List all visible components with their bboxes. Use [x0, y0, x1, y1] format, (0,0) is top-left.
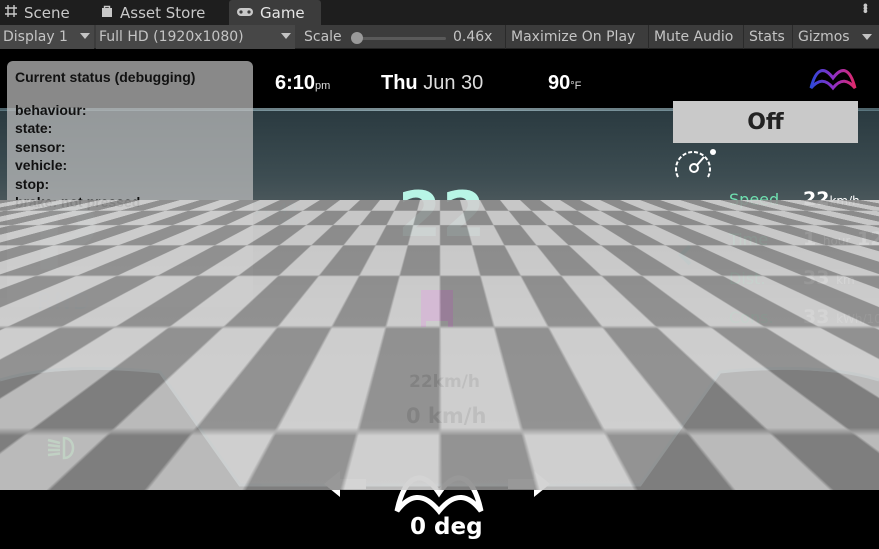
game-viewport[interactable]: 6:10pm Thu Jun 30 90°F Off Speed 22km/h …	[0, 50, 879, 549]
grid-icon	[4, 4, 18, 22]
brand-logo-icon	[809, 69, 857, 91]
display-dropdown[interactable]: Display 1	[0, 25, 94, 49]
scale-slider-track[interactable]	[354, 37, 446, 40]
speed-limit-value: 49	[278, 200, 298, 218]
tab-scene-label: Scene	[24, 3, 70, 22]
mute-audio-button[interactable]: Mute Audio	[648, 25, 738, 49]
more-options-icon[interactable]: •••	[858, 3, 874, 12]
target-speed-label: 22km/h	[409, 372, 480, 392]
resolution-dropdown-value: Full HD (1920x1080)	[99, 29, 244, 45]
clock: 6:10pm	[275, 72, 330, 95]
chevron-down-icon	[862, 34, 872, 40]
temperature-unit: °F	[570, 80, 582, 92]
debug-stop: stop:	[15, 176, 50, 192]
clock-time: 6:10	[275, 72, 316, 94]
info-dist-value: 33 km	[803, 267, 855, 289]
chevron-down-icon	[80, 33, 90, 39]
clock-suffix: pm	[315, 80, 331, 92]
date-value: Jun 30	[423, 72, 484, 94]
info-cons-label: Cons.	[729, 308, 774, 327]
cruise-control-toggle[interactable]: Off	[673, 101, 858, 143]
vehicle-marker	[421, 290, 453, 327]
tab-game[interactable]: Game	[229, 0, 321, 25]
temperature: 90°F	[548, 72, 581, 95]
gizmos-dropdown[interactable]	[862, 25, 872, 49]
tab-asset-store-label: Asset Store	[120, 3, 206, 22]
tab-scene[interactable]: Scene	[4, 0, 94, 25]
info-dist-number: 33	[803, 267, 830, 289]
steering-angle: 0 deg	[410, 514, 483, 540]
chevron-down-icon	[281, 33, 291, 39]
tab-game-label: Game	[260, 3, 305, 22]
gamepad-icon	[236, 4, 254, 22]
debug-brake: brake: not pressed	[15, 194, 141, 210]
info-cons-number: 33	[803, 306, 830, 328]
debug-title: Current status (debugging)	[15, 69, 196, 85]
turn-left-arrow-icon	[324, 471, 366, 497]
info-speed-value: 22km/h	[803, 188, 860, 210]
info-time-label: Time	[729, 230, 769, 249]
info-time-unit: hour	[822, 234, 851, 248]
info-time-number: 1	[803, 228, 817, 250]
info-cons-value: 33 kWh/100	[803, 306, 879, 328]
debug-sensor: sensor:	[15, 139, 66, 155]
info-dist-unit: km	[836, 273, 855, 287]
info-speed-number: 22	[803, 188, 830, 210]
date: Thu Jun 30	[381, 72, 483, 95]
scale-slider-thumb[interactable]	[351, 32, 363, 44]
editor-tab-bar: Scene Asset Store Game •••	[0, 0, 879, 25]
info-time-number2: 12	[856, 228, 879, 250]
turn-right-arrow-icon	[508, 471, 550, 497]
info-speed-label: Speed	[729, 190, 780, 209]
steering-logo-icon	[394, 475, 484, 515]
scale-value: 0.46x	[453, 29, 493, 45]
stats-button[interactable]: Stats	[743, 25, 790, 49]
temperature-value: 90	[548, 72, 571, 94]
tab-asset-store[interactable]: Asset Store	[100, 0, 225, 25]
date-day: Thu	[381, 72, 418, 94]
debug-vehicle: vehicle:	[15, 157, 68, 173]
debug-behaviour: behaviour:	[15, 102, 87, 118]
info-cons-unit: kWh/100	[836, 312, 879, 326]
current-speed-label: 0 km/h	[406, 404, 487, 428]
headlight-icon	[47, 436, 75, 460]
speed-limit-unit: KMH	[278, 217, 299, 227]
maximize-on-play-button[interactable]: Maximize On Play	[505, 25, 640, 49]
gizmos-button[interactable]: Gizmos	[792, 25, 855, 49]
debug-state: state:	[15, 120, 53, 136]
display-dropdown-value: Display 1	[3, 29, 68, 45]
info-time-value: 1 hour 12	[803, 228, 879, 250]
speed-readout: 22	[398, 178, 487, 251]
bag-icon	[100, 4, 114, 22]
resolution-dropdown[interactable]: Full HD (1920x1080)	[96, 25, 295, 49]
info-speed-unit: km/h	[829, 194, 860, 208]
chevron-left-icon[interactable]	[676, 243, 696, 267]
info-dist-label: Dist.	[729, 269, 766, 288]
cruise-control-icon	[675, 149, 716, 178]
scale-label: Scale	[304, 29, 342, 45]
debug-panel: Current status (debugging) behaviour: st…	[7, 61, 253, 307]
